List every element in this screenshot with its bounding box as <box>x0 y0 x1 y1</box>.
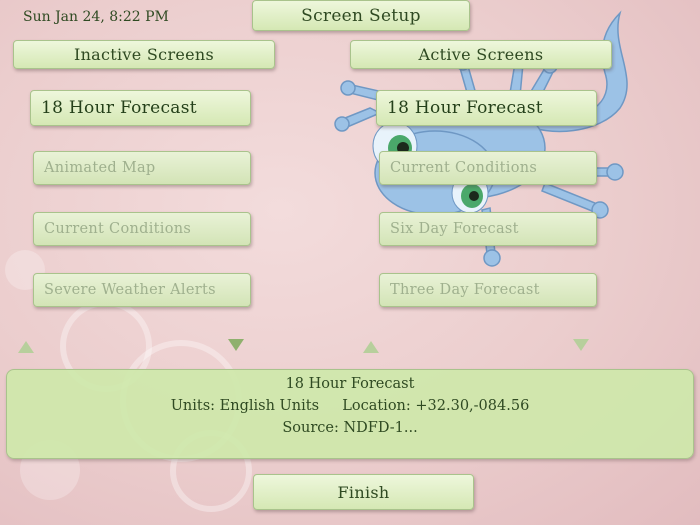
inactive-scroll-up-icon[interactable] <box>18 341 34 353</box>
units-label: Units: <box>170 398 216 414</box>
source-label: Source: <box>282 420 339 436</box>
info-source-line: Source: NDFD-1... <box>7 417 693 439</box>
location-label: Location: <box>342 398 411 414</box>
active-list-item[interactable]: 18 Hour Forecast <box>376 90 597 126</box>
inactive-list-item[interactable]: Animated Map <box>33 151 251 185</box>
inactive-list-item[interactable]: 18 Hour Forecast <box>30 90 251 126</box>
inactive-list-item[interactable]: Current Conditions <box>33 212 251 246</box>
active-scroll-down-icon[interactable] <box>573 339 589 351</box>
active-list-item[interactable]: Current Conditions <box>379 151 597 185</box>
active-list-item[interactable]: Three Day Forecast <box>379 273 597 307</box>
info-units-location-line: Units: English Units Location: +32.30,-0… <box>7 395 693 417</box>
active-scroll-up-icon[interactable] <box>363 341 379 353</box>
finish-button[interactable]: Finish <box>253 474 474 510</box>
location-value: +32.30,-084.56 <box>415 398 530 414</box>
active-screens-heading: Active Screens <box>350 40 612 69</box>
screen-setup-title: Screen Setup <box>252 0 470 31</box>
units-value: English Units <box>219 398 320 414</box>
inactive-list-item[interactable]: Severe Weather Alerts <box>33 273 251 307</box>
inactive-scroll-down-icon[interactable] <box>228 339 244 351</box>
datetime-display: Sun Jan 24, 8:22 PM <box>23 9 169 25</box>
source-value: NDFD-1... <box>343 420 418 436</box>
active-list-item[interactable]: Six Day Forecast <box>379 212 597 246</box>
screen-info-panel: 18 Hour Forecast Units: English Units Lo… <box>6 369 694 459</box>
info-title: 18 Hour Forecast <box>285 376 415 392</box>
inactive-screens-heading: Inactive Screens <box>13 40 275 69</box>
